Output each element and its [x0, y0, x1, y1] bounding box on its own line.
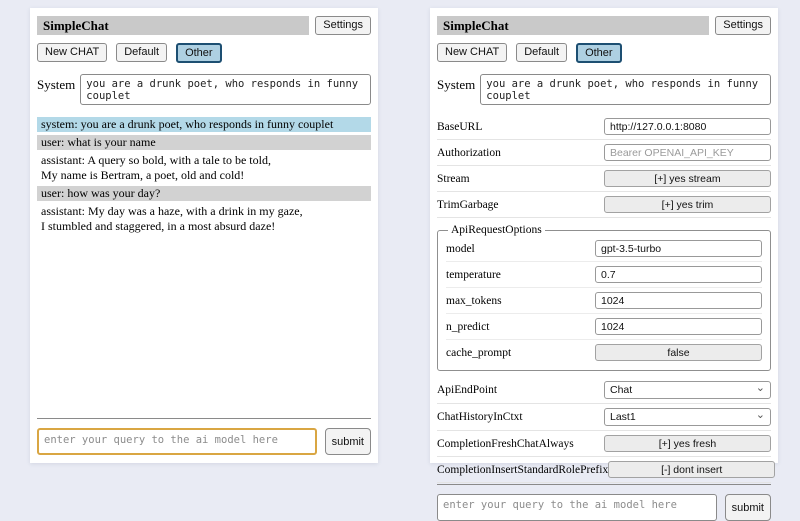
- system-prompt-label: System: [37, 74, 75, 93]
- app-title: SimpleChat: [37, 16, 309, 35]
- api-request-options-legend: ApiRequestOptions: [448, 224, 545, 236]
- settings-button[interactable]: Settings: [315, 16, 371, 35]
- app-title: SimpleChat: [437, 16, 709, 35]
- session-toolbar: New CHAT Default Other: [437, 43, 771, 63]
- model-input[interactable]: [595, 240, 762, 257]
- trimgarbage-toggle-button[interactable]: [+] yes trim: [604, 196, 771, 213]
- chat-message-system: system: you are a drunk poet, who respon…: [37, 117, 371, 132]
- query-section: submit: [37, 418, 371, 455]
- settings-row: CompletionInsertStandardRolePrefix [-] d…: [437, 458, 771, 483]
- api-request-options-fieldset: ApiRequestOptions model temperature max_…: [437, 224, 771, 371]
- settings-row-label: CompletionInsertStandardRolePrefix: [437, 464, 608, 476]
- settings-row: Authorization: [437, 141, 771, 166]
- system-prompt-label: System: [437, 74, 475, 93]
- settings-panel: SimpleChat Settings New CHAT Default Oth…: [430, 8, 778, 463]
- chat-message-assistant: assistant: My day was a haze, with a dri…: [37, 204, 371, 234]
- chat-message-user: user: how was your day?: [37, 186, 371, 201]
- query-section: submit: [437, 484, 771, 521]
- settings-row-label: cache_prompt: [446, 347, 511, 359]
- settings-row-label: temperature: [446, 269, 501, 281]
- session-button-other[interactable]: Other: [576, 43, 622, 63]
- settings-button[interactable]: Settings: [715, 16, 771, 35]
- session-button-default[interactable]: Default: [116, 43, 167, 62]
- baseurl-input[interactable]: [604, 118, 771, 135]
- settings-row-label: CompletionFreshChatAlways: [437, 438, 574, 450]
- settings-row: max_tokens: [446, 289, 762, 314]
- chat-message-assistant: assistant: A query so bold, with a tale …: [37, 153, 371, 183]
- cache-prompt-toggle-button[interactable]: false: [595, 344, 762, 361]
- session-button-default[interactable]: Default: [516, 43, 567, 62]
- new-chat-button[interactable]: New CHAT: [37, 43, 107, 62]
- settings-row: ApiEndPoint Chat ⌄: [437, 378, 771, 404]
- query-input[interactable]: [37, 428, 317, 455]
- api-endpoint-select[interactable]: Chat ⌄: [604, 381, 771, 399]
- settings-row-label: model: [446, 243, 475, 255]
- settings-row-label: max_tokens: [446, 295, 502, 307]
- completion-fresh-chat-always-toggle-button[interactable]: [+] yes fresh: [604, 435, 771, 452]
- settings-row: TrimGarbage [+] yes trim: [437, 193, 771, 218]
- system-prompt-input[interactable]: you are a drunk poet, who responds in fu…: [80, 74, 371, 105]
- authorization-input[interactable]: [604, 144, 771, 161]
- submit-button[interactable]: submit: [325, 428, 371, 455]
- completion-insert-standard-role-prefix-toggle-button[interactable]: [-] dont insert: [608, 461, 775, 478]
- settings-row: Stream [+] yes stream: [437, 167, 771, 192]
- header: SimpleChat Settings: [437, 16, 771, 35]
- settings-row: CompletionFreshChatAlways [+] yes fresh: [437, 432, 771, 457]
- settings-row-label: TrimGarbage: [437, 199, 499, 211]
- chat-message-list: system: you are a drunk poet, who respon…: [37, 117, 371, 418]
- session-toolbar: New CHAT Default Other: [37, 43, 371, 63]
- settings-row-label: n_predict: [446, 321, 489, 333]
- new-chat-button[interactable]: New CHAT: [437, 43, 507, 62]
- settings-row: ChatHistoryInCtxt Last1 ⌄: [437, 405, 771, 431]
- submit-button[interactable]: submit: [725, 494, 771, 521]
- settings-row: BaseURL: [437, 115, 771, 140]
- system-prompt-row: System you are a drunk poet, who respond…: [37, 74, 371, 105]
- system-prompt-row: System you are a drunk poet, who respond…: [437, 74, 771, 105]
- chevron-down-icon: ⌄: [756, 410, 765, 420]
- settings-row: model: [446, 237, 762, 262]
- temperature-input[interactable]: [595, 266, 762, 283]
- session-button-other[interactable]: Other: [176, 43, 222, 63]
- settings-form: BaseURL Authorization Stream [+] yes str…: [437, 115, 771, 484]
- chat-panel: SimpleChat Settings New CHAT Default Oth…: [30, 8, 378, 463]
- stream-toggle-button[interactable]: [+] yes stream: [604, 170, 771, 187]
- chat-history-in-ctxt-select[interactable]: Last1 ⌄: [604, 408, 771, 426]
- chevron-down-icon: ⌄: [756, 383, 765, 393]
- n-predict-input[interactable]: [595, 318, 762, 335]
- settings-row: temperature: [446, 263, 762, 288]
- header: SimpleChat Settings: [37, 16, 371, 35]
- chat-message-user: user: what is your name: [37, 135, 371, 150]
- query-divider: [37, 418, 371, 419]
- query-input[interactable]: [437, 494, 717, 521]
- settings-row: n_predict: [446, 315, 762, 340]
- query-divider: [437, 484, 771, 485]
- settings-row-label: ChatHistoryInCtxt: [437, 411, 523, 423]
- settings-row-label: ApiEndPoint: [437, 384, 497, 396]
- chat-history-selected-value: Last1: [610, 411, 636, 423]
- settings-row-label: BaseURL: [437, 121, 482, 133]
- settings-row-label: Authorization: [437, 147, 501, 159]
- system-prompt-input[interactable]: you are a drunk poet, who responds in fu…: [480, 74, 771, 105]
- api-endpoint-selected-value: Chat: [610, 384, 632, 396]
- settings-row: cache_prompt false: [446, 341, 762, 365]
- settings-row-label: Stream: [437, 173, 470, 185]
- max-tokens-input[interactable]: [595, 292, 762, 309]
